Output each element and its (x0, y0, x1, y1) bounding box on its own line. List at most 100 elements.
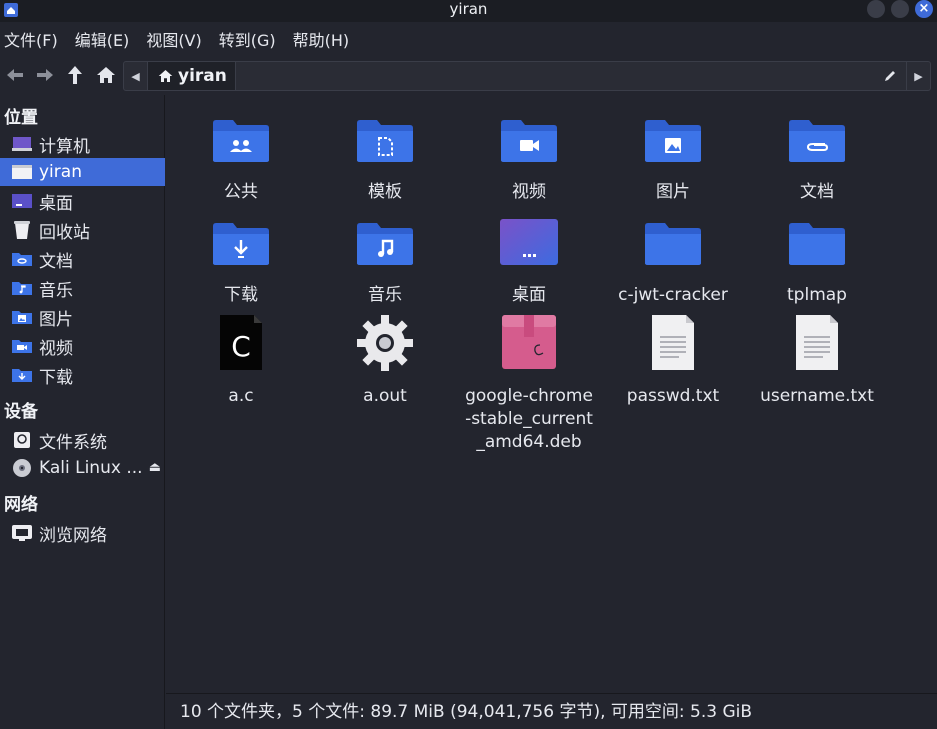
documents-folder-icon (12, 250, 32, 268)
sidebar-item-trash[interactable]: 回收站 (0, 216, 165, 244)
file-item[interactable]: 下载 (171, 214, 311, 307)
toolbar: ◀ yiran ▶ (0, 58, 937, 92)
menu-file[interactable]: 文件(F) (0, 26, 70, 56)
sidebar-item-pictures[interactable]: 图片 (0, 303, 165, 331)
file-name: tplmap (787, 285, 847, 305)
sidebar-item-music[interactable]: 音乐 (0, 274, 165, 302)
videos-folder-icon (12, 337, 32, 355)
trash-icon (12, 221, 32, 239)
menu-bar: 文件(F) 编辑(E) 视图(V) 转到(G) 帮助(H) (0, 26, 361, 56)
sidebar-item-label: yiran (39, 162, 82, 182)
sidebar-item-documents[interactable]: 文档 (0, 245, 165, 273)
file-item[interactable]: google-chrome-stable_current_amd64.deb (459, 315, 599, 454)
computer-icon (12, 135, 32, 153)
menu-edit[interactable]: 编辑(E) (70, 26, 142, 56)
sidebar-item-label: 浏览网络 (39, 525, 107, 546)
file-name: 公共 (224, 182, 258, 202)
forward-arrow-icon[interactable] (32, 62, 58, 88)
downloads-folder-icon (12, 366, 32, 384)
file-item[interactable]: username.txt (747, 315, 887, 408)
file-item[interactable]: c-jwt-cracker (603, 214, 743, 307)
back-arrow-icon[interactable] (2, 62, 28, 88)
folder-documents-icon (787, 111, 847, 171)
home-icon[interactable] (93, 62, 119, 88)
folder-music-icon (355, 214, 415, 274)
file-item[interactable]: 公共 (171, 111, 311, 204)
file-name: 音乐 (368, 285, 402, 305)
sidebar-item-label: 计算机 (39, 136, 90, 157)
sidebar-item-downloads[interactable]: 下载 (0, 361, 165, 389)
file-item[interactable]: a.out (315, 315, 455, 408)
file-name: 图片 (656, 182, 690, 202)
home-icon (158, 70, 173, 82)
menu-go[interactable]: 转到(G) (214, 26, 288, 56)
folder-videos-icon (499, 111, 559, 171)
maximize-button[interactable] (891, 0, 909, 18)
sidebar-item-label: 回收站 (39, 222, 90, 243)
sidebar-item-yiran[interactable]: yiran (0, 158, 165, 186)
close-button[interactable]: × (915, 0, 933, 18)
file-item[interactable]: 文档 (747, 111, 887, 204)
up-arrow-icon[interactable] (62, 62, 88, 88)
text-file-icon (643, 315, 703, 375)
places-heading: 位置 (4, 108, 38, 128)
text-file-icon (787, 315, 847, 375)
minimize-button[interactable] (867, 0, 885, 18)
file-item[interactable]: 桌面 (459, 214, 599, 307)
path-scroll-left-icon[interactable]: ◀ (124, 62, 148, 90)
file-item[interactable]: passwd.txt (603, 315, 743, 408)
devices-heading: 设备 (4, 402, 38, 422)
file-name: 下载 (224, 285, 258, 305)
path-label: yiran (178, 66, 227, 86)
file-item[interactable]: C a.c (171, 315, 311, 408)
file-name: c-jwt-cracker (618, 285, 728, 305)
file-name: a.c (228, 386, 254, 406)
sidebar-item-label: 音乐 (39, 280, 73, 301)
sidebar-item-computer[interactable]: 计算机 (0, 130, 165, 158)
file-name: passwd.txt (626, 386, 720, 406)
file-item[interactable]: 图片 (603, 111, 743, 204)
home-folder-icon (12, 163, 32, 181)
file-item[interactable]: 音乐 (315, 214, 455, 307)
folder-icon (787, 214, 847, 274)
sidebar-item-filesystem[interactable]: 文件系统 (0, 426, 165, 454)
sidebar-item-label: Kali Linux ... (39, 458, 143, 478)
sidebar-item-kali-linux[interactable]: Kali Linux ... ⏏ (0, 454, 165, 482)
svg-text:C: C (231, 330, 251, 363)
menu-view[interactable]: 视图(V) (141, 26, 213, 56)
network-icon (12, 524, 32, 542)
file-name: 桌面 (512, 285, 546, 305)
menu-help[interactable]: 帮助(H) (288, 26, 362, 56)
file-item[interactable]: tplmap (747, 214, 887, 307)
path-scroll-right-icon[interactable]: ▶ (906, 62, 930, 90)
file-item[interactable]: 视频 (459, 111, 599, 204)
desktop-icon (499, 214, 559, 274)
drive-icon (12, 431, 32, 449)
status-bar: 10 个文件夹，5 个文件: 89.7 MiB (94,041,756 字节),… (166, 693, 937, 729)
sidebar-item-label: 视频 (39, 338, 73, 359)
path-button-home[interactable]: yiran (148, 62, 236, 90)
music-folder-icon (12, 279, 32, 297)
location-bar[interactable]: ◀ yiran ▶ (123, 61, 931, 91)
pictures-folder-icon (12, 308, 32, 326)
folder-public-icon (211, 111, 271, 171)
sidebar-item-label: 文档 (39, 251, 73, 272)
file-name: username.txt (760, 386, 874, 406)
debian-package-icon (499, 315, 559, 375)
sidebar-item-browse-network[interactable]: 浏览网络 (0, 519, 165, 547)
file-name: 模板 (368, 182, 402, 202)
file-item[interactable]: 模板 (315, 111, 455, 204)
edit-location-icon[interactable] (876, 62, 904, 90)
window-title: yiran (449, 0, 488, 18)
folder-downloads-icon (211, 214, 271, 274)
file-name: google-chrome-stable_current_amd64.deb (465, 386, 593, 452)
folder-pictures-icon (643, 111, 703, 171)
sidebar-item-label: 图片 (39, 309, 73, 330)
sidebar-item-label: 下载 (39, 367, 73, 388)
file-name: a.out (363, 386, 407, 406)
eject-icon[interactable]: ⏏ (149, 460, 161, 475)
sidebar-item-videos[interactable]: 视频 (0, 332, 165, 360)
sidebar-item-label: 桌面 (39, 193, 73, 214)
sidebar-item-desktop[interactable]: 桌面 (0, 187, 165, 215)
desktop-icon (12, 192, 32, 210)
